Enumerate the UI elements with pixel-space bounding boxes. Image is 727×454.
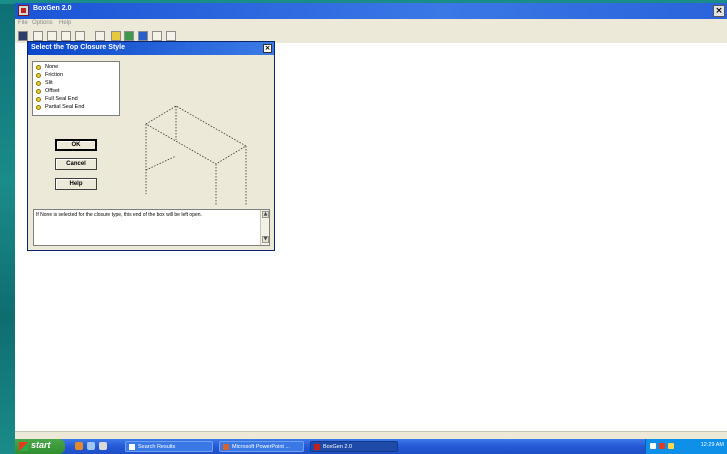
option-partial-seal-end[interactable]: Partial Seal End xyxy=(35,104,117,111)
closure-style-dialog: Select the Top Closure Style × None Fric… xyxy=(27,41,275,251)
globe-icon[interactable] xyxy=(138,31,148,41)
box-icon[interactable] xyxy=(95,31,105,41)
security-icon[interactable] xyxy=(659,443,665,449)
scroll-down-icon[interactable]: ▼ xyxy=(262,236,269,243)
dialog-title: Select the Top Closure Style xyxy=(31,44,126,51)
zoom-icon[interactable] xyxy=(166,31,176,41)
pencil-icon[interactable] xyxy=(124,31,134,41)
radio-icon xyxy=(36,81,41,86)
radio-icon xyxy=(36,105,41,110)
dialog-titlebar[interactable]: Select the Top Closure Style × xyxy=(28,42,274,55)
option-offset[interactable]: Offset xyxy=(35,88,117,95)
option-slit[interactable]: Slit xyxy=(35,80,117,87)
app-menubar: File Options Help xyxy=(15,19,727,29)
quicklaunch-browser-icon[interactable] xyxy=(75,442,83,450)
app-titlebar[interactable]: BoxGen 2.0 × xyxy=(15,3,727,19)
paste-icon[interactable] xyxy=(61,31,71,41)
radio-icon xyxy=(36,73,41,78)
cut-icon[interactable] xyxy=(75,31,85,41)
dialog-close-button[interactable]: × xyxy=(263,44,272,53)
description-scrollbar[interactable]: ▲ ▼ xyxy=(260,210,269,245)
paint-icon[interactable] xyxy=(111,31,121,41)
copy-icon[interactable] xyxy=(47,31,57,41)
menu-options[interactable]: Options xyxy=(32,20,53,26)
task-label: BoxGen 2.0 xyxy=(323,444,353,450)
quicklaunch-explorer-icon[interactable] xyxy=(87,442,95,450)
task-boxgen[interactable]: BoxGen 2.0 xyxy=(310,441,398,452)
quicklaunch-media-icon[interactable] xyxy=(99,442,107,450)
task-label: Microsoft PowerPoint ... xyxy=(232,444,291,450)
app-title: BoxGen 2.0 xyxy=(33,5,72,12)
box-top-outline xyxy=(145,105,247,165)
scroll-up-icon[interactable]: ▲ xyxy=(262,211,269,218)
search-results-icon xyxy=(129,444,135,450)
task-search-results[interactable]: Search Results xyxy=(125,441,213,452)
app-statusbar xyxy=(15,431,727,439)
app-close-button[interactable]: × xyxy=(713,5,725,17)
option-friction[interactable]: Friction xyxy=(35,72,117,79)
desktop-background-left xyxy=(0,0,15,454)
box-inner-edge xyxy=(145,155,177,171)
windows-taskbar: start Search Results Microsoft PowerPoin… xyxy=(15,439,727,454)
new-icon[interactable] xyxy=(33,31,43,41)
radio-icon xyxy=(36,97,41,102)
open-icon[interactable] xyxy=(18,31,28,41)
windows-logo-icon xyxy=(19,442,28,451)
task-label: Search Results xyxy=(138,444,176,450)
network-icon[interactable] xyxy=(650,443,656,449)
menu-file[interactable]: File xyxy=(18,20,28,26)
task-powerpoint[interactable]: Microsoft PowerPoint ... xyxy=(219,441,304,452)
powerpoint-icon xyxy=(223,444,229,450)
system-tray: 12:29 AM xyxy=(645,439,727,454)
description-box: If None is selected for the closure type… xyxy=(33,209,270,246)
option-label: Friction xyxy=(45,72,64,78)
radio-icon xyxy=(36,65,41,70)
ok-button[interactable]: OK xyxy=(55,139,97,151)
option-label: Partial Seal End xyxy=(45,104,85,110)
boxgen-icon xyxy=(314,444,320,450)
volume-icon[interactable] xyxy=(668,443,674,449)
closure-options-list: None Friction Slit Offset Full Seal End … xyxy=(32,61,120,116)
option-full-seal-end[interactable]: Full Seal End xyxy=(35,96,117,103)
option-label: Offset xyxy=(45,88,60,94)
boxgen-app-icon xyxy=(18,5,29,16)
help-button[interactable]: Help xyxy=(55,178,97,190)
cancel-button[interactable]: Cancel xyxy=(55,158,97,170)
radio-icon xyxy=(36,89,41,94)
box-preview-image xyxy=(145,105,247,206)
start-label: start xyxy=(31,440,51,450)
clock: 12:29 AM xyxy=(700,442,724,448)
start-button[interactable]: start xyxy=(15,439,65,454)
option-label: Slit xyxy=(45,80,53,86)
option-label: Full Seal End xyxy=(45,96,78,102)
menu-help[interactable]: Help xyxy=(59,20,71,26)
option-label: None xyxy=(45,64,59,70)
option-none[interactable]: None xyxy=(35,64,117,71)
help-icon[interactable] xyxy=(152,31,162,41)
description-text: If None is selected for the closure type… xyxy=(36,212,202,218)
